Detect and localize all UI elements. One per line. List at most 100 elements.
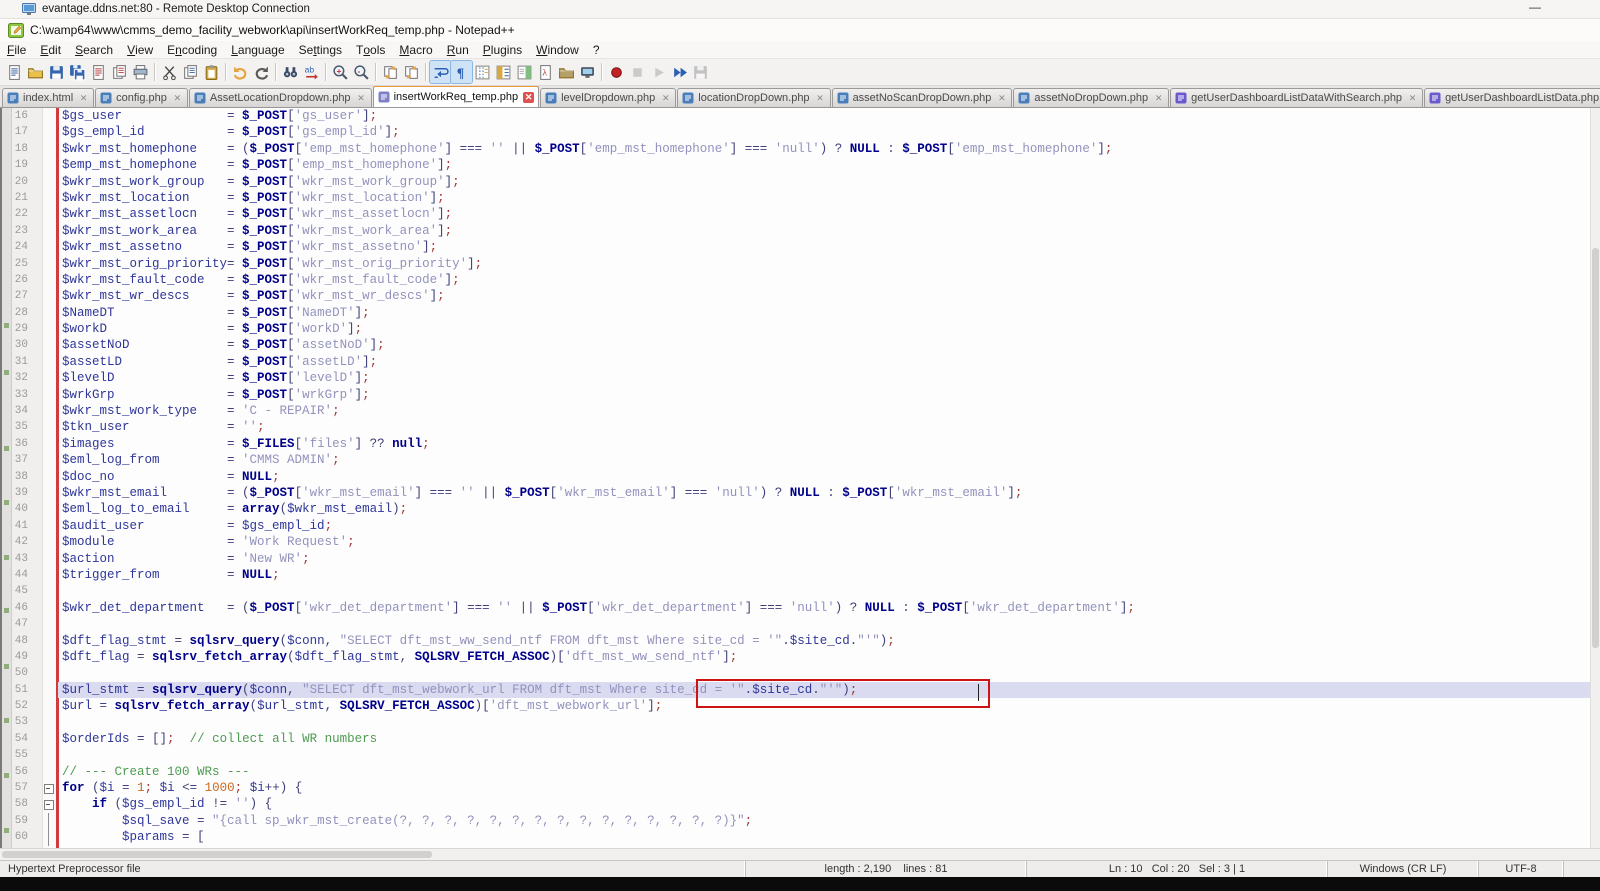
code-line-text[interactable]: if ($gs_empl_id != '') { <box>58 796 1600 812</box>
tab-locationDropDown.php[interactable]: locationDropDown.php✕ <box>677 88 830 107</box>
line-number[interactable]: 51 <box>2 682 42 698</box>
code-editor[interactable]: 16 $gs_user = $_POST['gs_user']; 17 $gs_emp… <box>0 108 1600 848</box>
line-number[interactable]: 57 <box>2 780 42 796</box>
code-line-text[interactable]: $levelD = $_POST['levelD']; <box>58 370 1600 386</box>
code-line-text[interactable]: $wkr_mst_assetlocn = $_POST['wkr_mst_ass… <box>58 206 1600 222</box>
code-line-text[interactable]: $wkr_mst_email = ($_POST['wkr_mst_email'… <box>58 485 1600 501</box>
line-number[interactable]: 56 <box>2 764 42 780</box>
line-number[interactable]: 45 <box>2 583 42 599</box>
menu-tools[interactable]: Tools <box>349 41 392 58</box>
menu-run[interactable]: Run <box>440 41 476 58</box>
code-line-text[interactable] <box>58 747 1600 763</box>
tab-close-icon[interactable]: ✕ <box>172 93 183 104</box>
menu-?[interactable]: ? <box>586 41 607 58</box>
line-number[interactable]: 46 <box>2 600 42 616</box>
line-number[interactable]: 37 <box>2 452 42 468</box>
line-number[interactable]: 35 <box>2 419 42 435</box>
code-line-text[interactable]: $wkr_mst_work_area = $_POST['wkr_mst_wor… <box>58 223 1600 239</box>
code-line-text[interactable]: for ($i = 1; $i <= 1000; $i++) { <box>58 780 1600 796</box>
menu-window[interactable]: Window <box>529 41 586 58</box>
line-number[interactable]: 55 <box>2 747 42 763</box>
macro-run-multiple-icon[interactable] <box>669 61 690 83</box>
line-number[interactable]: 50 <box>2 665 42 681</box>
menu-edit[interactable]: Edit <box>33 41 68 58</box>
line-number[interactable]: 31 <box>2 354 42 370</box>
code-line-text[interactable]: $params = [ <box>58 829 1600 845</box>
line-number[interactable]: 47 <box>2 616 42 632</box>
tab-levelDropdown.php[interactable]: levelDropdown.php✕ <box>540 88 676 107</box>
line-number[interactable]: 17 <box>2 124 42 140</box>
show-indent-guide-icon[interactable] <box>472 61 493 83</box>
function-list-icon[interactable] <box>493 61 514 83</box>
line-number[interactable]: 29 <box>2 321 42 337</box>
find-icon[interactable] <box>280 61 301 83</box>
line-number[interactable]: 18 <box>2 141 42 157</box>
code-line-text[interactable]: $wkr_mst_work_group = $_POST['wkr_mst_wo… <box>58 174 1600 190</box>
horizontal-scrollbar-thumb[interactable] <box>2 851 432 858</box>
code-line-text[interactable] <box>58 583 1600 599</box>
code-line-text[interactable]: // --- Create 100 WRs --- <box>58 764 1600 780</box>
code-line-text[interactable]: $wrkGrp = $_POST['wrkGrp']; <box>58 387 1600 403</box>
line-number[interactable]: 54 <box>2 731 42 747</box>
paste-icon[interactable] <box>201 61 222 83</box>
fold-marker[interactable] <box>42 780 55 796</box>
menu-settings[interactable]: Settings <box>292 41 349 58</box>
tab-close-icon[interactable]: ✕ <box>356 93 367 104</box>
copy-icon[interactable] <box>180 61 201 83</box>
code-line-text[interactable]: $gs_user = $_POST['gs_user']; <box>58 108 1600 124</box>
tab-config.php[interactable]: config.php✕ <box>95 88 188 107</box>
tab-close-icon[interactable]: ✕ <box>78 93 89 104</box>
code-line-text[interactable] <box>58 616 1600 632</box>
line-number[interactable]: 27 <box>2 288 42 304</box>
line-number[interactable]: 32 <box>2 370 42 386</box>
code-line-text[interactable] <box>58 714 1600 730</box>
line-number[interactable]: 25 <box>2 256 42 272</box>
code-line-text[interactable]: $trigger_from = NULL; <box>58 567 1600 583</box>
code-line-text[interactable]: $wkr_mst_wr_descs = $_POST['wkr_mst_wr_d… <box>58 288 1600 304</box>
code-line-text[interactable]: $workD = $_POST['workD']; <box>58 321 1600 337</box>
line-number[interactable]: 58 <box>2 796 42 812</box>
zoom-in-icon[interactable]: + <box>330 61 351 83</box>
code-line-text[interactable]: $gs_empl_id = $_POST['gs_empl_id']; <box>58 124 1600 140</box>
line-number[interactable]: 16 <box>2 108 42 124</box>
folder-as-workspace-icon[interactable] <box>556 61 577 83</box>
menu-macro[interactable]: Macro <box>392 41 439 58</box>
code-line-text[interactable]: $wkr_det_department = ($_POST['wkr_det_d… <box>58 600 1600 616</box>
line-number[interactable]: 28 <box>2 305 42 321</box>
tab-close-icon[interactable]: ✕ <box>660 93 671 104</box>
line-number[interactable]: 41 <box>2 518 42 534</box>
line-number[interactable]: 33 <box>2 387 42 403</box>
monitoring-icon[interactable] <box>577 61 598 83</box>
menu-encoding[interactable]: Encoding <box>160 41 224 58</box>
redo-icon[interactable] <box>251 61 272 83</box>
tab-assetNoScanDropDown.php[interactable]: assetNoScanDropDown.php✕ <box>832 88 1013 107</box>
code-line-text[interactable]: $sql_save = "{call sp_wkr_mst_create(?, … <box>58 813 1600 829</box>
tab-assetNoDropDown.php[interactable]: assetNoDropDown.php✕ <box>1013 88 1169 107</box>
minimize-button[interactable]: — <box>1522 0 1548 14</box>
macro-save-icon[interactable] <box>690 61 711 83</box>
code-line-text[interactable]: $wkr_mst_homephone = ($_POST['emp_mst_ho… <box>58 141 1600 157</box>
line-number[interactable]: 24 <box>2 239 42 255</box>
line-number[interactable]: 42 <box>2 534 42 550</box>
line-number[interactable]: 60 <box>2 829 42 845</box>
tab-getUserDashboardListDataWithSearch.php[interactable]: getUserDashboardListDataWithSearch.php✕ <box>1170 88 1423 107</box>
show-all-characters-icon[interactable]: ¶ <box>451 61 472 83</box>
line-number[interactable]: 48 <box>2 633 42 649</box>
new-file-icon[interactable] <box>4 61 25 83</box>
code-line-text[interactable]: $wkr_mst_assetno = $_POST['wkr_mst_asset… <box>58 239 1600 255</box>
code-line-text[interactable]: $eml_log_from = 'CMMS ADMIN'; <box>58 452 1600 468</box>
line-number[interactable]: 23 <box>2 223 42 239</box>
horizontal-scrollbar[interactable] <box>0 848 1600 860</box>
code-line-text[interactable]: $tkn_user = ''; <box>58 419 1600 435</box>
menu-language[interactable]: Language <box>224 41 291 58</box>
code-line-text[interactable]: $audit_user = $gs_empl_id; <box>58 518 1600 534</box>
line-number[interactable]: 59 <box>2 813 42 829</box>
line-number[interactable]: 38 <box>2 469 42 485</box>
tab-index.html[interactable]: index.html✕ <box>2 88 94 107</box>
tab-getUserDashboardListData.php[interactable]: getUserDashboardListData.php✕ <box>1424 88 1600 107</box>
code-line-text[interactable]: $assetNoD = $_POST['assetNoD']; <box>58 337 1600 353</box>
line-number[interactable]: 39 <box>2 485 42 501</box>
macro-stop-icon[interactable] <box>627 61 648 83</box>
code-line-text[interactable]: $module = 'Work Request'; <box>58 534 1600 550</box>
line-number[interactable]: 44 <box>2 567 42 583</box>
